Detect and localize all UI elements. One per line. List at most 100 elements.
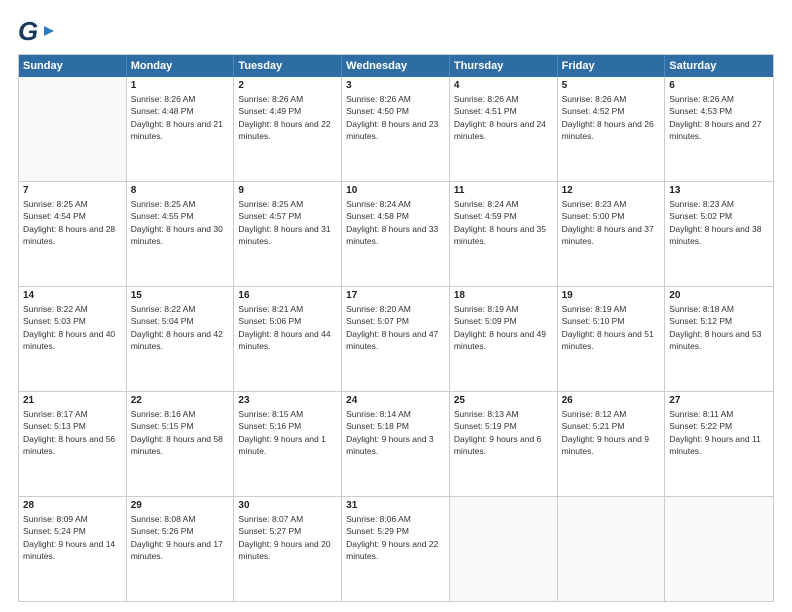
sunset-text: Sunset: 5:29 PM	[346, 525, 445, 537]
daylight-text: Daylight: 8 hours and 51 minutes.	[562, 328, 661, 353]
day-cell-12: 12 Sunrise: 8:23 AMSunset: 5:00 PMDayligh…	[558, 182, 666, 286]
sunset-text: Sunset: 5:26 PM	[131, 525, 230, 537]
day-info: Sunrise: 8:16 AMSunset: 5:15 PMDaylight:…	[131, 408, 230, 457]
sunset-text: Sunset: 5:04 PM	[131, 315, 230, 327]
day-info: Sunrise: 8:15 AMSunset: 5:16 PMDaylight:…	[238, 408, 337, 457]
daylight-text: Daylight: 9 hours and 3 minutes.	[346, 433, 445, 458]
day-info: Sunrise: 8:22 AMSunset: 5:03 PMDaylight:…	[23, 303, 122, 352]
daylight-text: Daylight: 8 hours and 40 minutes.	[23, 328, 122, 353]
day-cell-5: 5Sunrise: 8:26 AMSunset: 4:52 PMDaylight…	[558, 77, 666, 181]
logo-flag-icon	[42, 24, 56, 38]
day-cell-6: 6Sunrise: 8:26 AMSunset: 4:53 PMDaylight…	[665, 77, 773, 181]
daylight-text: Daylight: 8 hours and 24 minutes.	[454, 118, 553, 143]
daylight-text: Daylight: 8 hours and 28 minutes.	[23, 223, 122, 248]
daylight-text: Daylight: 8 hours and 38 minutes.	[669, 223, 769, 248]
sunset-text: Sunset: 4:57 PM	[238, 210, 337, 222]
day-info: Sunrise: 8:23 AMSunset: 5:00 PMDaylight:…	[562, 198, 661, 247]
daylight-text: Daylight: 9 hours and 1 minute.	[238, 433, 337, 458]
sunset-text: Sunset: 5:19 PM	[454, 420, 553, 432]
daylight-text: Daylight: 9 hours and 11 minutes.	[669, 433, 769, 458]
day-cell-22: 22Sunrise: 8:16 AMSunset: 5:15 PMDayligh…	[127, 392, 235, 496]
day-header-thursday: Thursday	[450, 55, 558, 77]
sunrise-text: Sunrise: 8:26 AM	[562, 93, 661, 105]
day-info: Sunrise: 8:13 AMSunset: 5:19 PMDaylight:…	[454, 408, 553, 457]
sunrise-text: Sunrise: 8:19 AM	[562, 303, 661, 315]
sunset-text: Sunset: 4:55 PM	[131, 210, 230, 222]
day-number: 16	[238, 290, 337, 301]
day-info: Sunrise: 8:11 AMSunset: 5:22 PMDaylight:…	[669, 408, 769, 457]
header: G	[18, 18, 774, 44]
day-number: 13	[669, 185, 769, 196]
sunrise-text: Sunrise: 8:26 AM	[131, 93, 230, 105]
day-number: 30	[238, 500, 337, 511]
day-info: Sunrise: 8:09 AMSunset: 5:24 PMDaylight:…	[23, 513, 122, 562]
day-cell-16: 16 Sunrise: 8:21 AMSunset: 5:06 PMDayligh…	[234, 287, 342, 391]
daylight-text: Daylight: 8 hours and 49 minutes.	[454, 328, 553, 353]
sunset-text: Sunset: 5:24 PM	[23, 525, 122, 537]
day-cell-29: 29Sunrise: 8:08 AMSunset: 5:26 PMDayligh…	[127, 497, 235, 601]
sunrise-text: Sunrise: 8:09 AM	[23, 513, 122, 525]
day-info: Sunrise: 8:17 AMSunset: 5:13 PMDaylight:…	[23, 408, 122, 457]
day-number: 12	[562, 185, 661, 196]
day-cell-31: 31Sunrise: 8:06 AMSunset: 5:29 PMDayligh…	[342, 497, 450, 601]
daylight-text: Daylight: 9 hours and 22 minutes.	[346, 538, 445, 563]
day-info: Sunrise: 8:19 AMSunset: 5:09 PMDaylight:…	[454, 303, 553, 352]
day-number: 1	[131, 80, 230, 91]
daylight-text: Daylight: 8 hours and 37 minutes.	[562, 223, 661, 248]
day-cell-7: 7Sunrise: 8:25 AMSunset: 4:54 PMDaylight…	[19, 182, 127, 286]
day-info: Sunrise: 8:23 AMSunset: 5:02 PMDaylight:…	[669, 198, 769, 247]
day-info: Sunrise: 8:24 AMSunset: 4:58 PMDaylight:…	[346, 198, 445, 247]
sunset-text: Sunset: 4:54 PM	[23, 210, 122, 222]
day-cell-4: 4Sunrise: 8:26 AMSunset: 4:51 PMDaylight…	[450, 77, 558, 181]
sunset-text: Sunset: 5:07 PM	[346, 315, 445, 327]
sunrise-text: Sunrise: 8:17 AM	[23, 408, 122, 420]
day-info: Sunrise: 8:07 AMSunset: 5:27 PMDaylight:…	[238, 513, 337, 562]
logo: G	[18, 18, 56, 44]
day-number: 5	[562, 80, 661, 91]
day-number: 25	[454, 395, 553, 406]
sunset-text: Sunset: 4:58 PM	[346, 210, 445, 222]
day-header-monday: Monday	[127, 55, 235, 77]
day-cell-3: 3Sunrise: 8:26 AMSunset: 4:50 PMDaylight…	[342, 77, 450, 181]
sunrise-text: Sunrise: 8:21 AM	[238, 303, 337, 315]
sunrise-text: Sunrise: 8:08 AM	[131, 513, 230, 525]
empty-cell	[19, 77, 127, 181]
day-info: Sunrise: 8:25 AMSunset: 4:54 PMDaylight:…	[23, 198, 122, 247]
empty-cell	[450, 497, 558, 601]
empty-cell	[665, 497, 773, 601]
sunset-text: Sunset: 5:00 PM	[562, 210, 661, 222]
sunrise-text: Sunrise: 8:26 AM	[238, 93, 337, 105]
day-header-friday: Friday	[558, 55, 666, 77]
calendar-header: SundayMondayTuesdayWednesdayThursdayFrid…	[19, 55, 773, 77]
day-cell-19: 19Sunrise: 8:19 AMSunset: 5:10 PMDayligh…	[558, 287, 666, 391]
daylight-text: Daylight: 8 hours and 42 minutes.	[131, 328, 230, 353]
day-number: 14	[23, 290, 122, 301]
day-number: 18	[454, 290, 553, 301]
day-cell-2: 2Sunrise: 8:26 AMSunset: 4:49 PMDaylight…	[234, 77, 342, 181]
day-number: 28	[23, 500, 122, 511]
calendar-row-4: 21Sunrise: 8:17 AMSunset: 5:13 PMDayligh…	[19, 391, 773, 496]
calendar-body: 1Sunrise: 8:26 AMSunset: 4:48 PMDaylight…	[19, 77, 773, 601]
day-cell-8: 8Sunrise: 8:25 AMSunset: 4:55 PMDaylight…	[127, 182, 235, 286]
day-cell-28: 28 Sunrise: 8:09 AMSunset: 5:24 PMDayligh…	[19, 497, 127, 601]
calendar-row-3: 14 Sunrise: 8:22 AMSunset: 5:03 PMDayligh…	[19, 286, 773, 391]
page: G SundayMondayTuesdayWednesdayThursdayFr…	[0, 0, 792, 612]
sunset-text: Sunset: 4:59 PM	[454, 210, 553, 222]
sunrise-text: Sunrise: 8:13 AM	[454, 408, 553, 420]
day-info: Sunrise: 8:19 AMSunset: 5:10 PMDaylight:…	[562, 303, 661, 352]
daylight-text: Daylight: 9 hours and 9 minutes.	[562, 433, 661, 458]
daylight-text: Daylight: 9 hours and 20 minutes.	[238, 538, 337, 563]
logo-text-block	[40, 24, 56, 38]
day-number: 11	[454, 185, 553, 196]
sunrise-text: Sunrise: 8:24 AM	[346, 198, 445, 210]
day-cell-26: 26Sunrise: 8:12 AMSunset: 5:21 PMDayligh…	[558, 392, 666, 496]
day-number: 20	[669, 290, 769, 301]
daylight-text: Daylight: 8 hours and 30 minutes.	[131, 223, 230, 248]
day-info: Sunrise: 8:14 AMSunset: 5:18 PMDaylight:…	[346, 408, 445, 457]
sunrise-text: Sunrise: 8:12 AM	[562, 408, 661, 420]
day-info: Sunrise: 8:12 AMSunset: 5:21 PMDaylight:…	[562, 408, 661, 457]
logo-g-letter: G	[18, 18, 38, 44]
day-number: 29	[131, 500, 230, 511]
sunrise-text: Sunrise: 8:07 AM	[238, 513, 337, 525]
day-info: Sunrise: 8:21 AMSunset: 5:06 PMDaylight:…	[238, 303, 337, 352]
